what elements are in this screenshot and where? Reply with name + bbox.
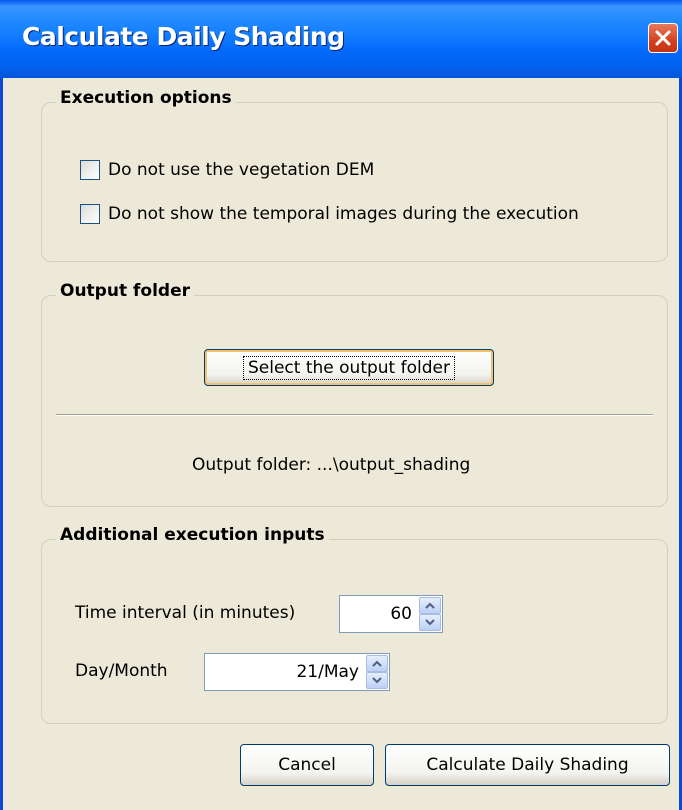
title-bar[interactable]: Calculate Daily Shading (0, 0, 682, 78)
day-month-label: Day/Month (75, 661, 168, 681)
output-folder-divider (56, 414, 653, 416)
day-month-value[interactable]: 21/May (296, 654, 359, 690)
select-output-folder-label: Select the output folder (243, 355, 455, 380)
output-folder-legend: Output folder (56, 281, 194, 301)
additional-inputs-group: Additional execution inputs Time interva… (41, 525, 668, 724)
vegetation-dem-label[interactable]: Do not use the vegetation DEM (108, 160, 374, 180)
calculate-daily-shading-label: Calculate Daily Shading (426, 755, 629, 775)
chevron-down-icon (372, 677, 382, 684)
chevron-up-icon (372, 660, 382, 667)
calculate-daily-shading-button[interactable]: Calculate Daily Shading (385, 744, 670, 786)
day-month-stepper[interactable] (366, 655, 388, 689)
chevron-down-icon (425, 619, 435, 626)
time-interval-increment-button[interactable] (419, 597, 441, 614)
temporal-images-option[interactable]: Do not show the temporal images during t… (80, 204, 579, 224)
execution-options-group: Execution options Do not use the vegetat… (41, 88, 668, 262)
time-interval-label: Time interval (in minutes) (75, 603, 296, 623)
time-interval-value[interactable]: 60 (390, 596, 412, 632)
vegetation-dem-option[interactable]: Do not use the vegetation DEM (80, 160, 374, 180)
additional-inputs-legend: Additional execution inputs (56, 525, 329, 545)
time-interval-stepper[interactable] (419, 597, 441, 631)
day-month-increment-button[interactable] (366, 655, 388, 672)
day-month-spinner[interactable]: 21/May (204, 653, 390, 691)
close-button[interactable] (648, 23, 678, 53)
cancel-button-label: Cancel (278, 755, 336, 775)
execution-options-legend: Execution options (56, 88, 236, 108)
dialog-window: Calculate Daily Shading Execution option… (0, 0, 682, 810)
temporal-images-checkbox[interactable] (80, 204, 100, 224)
output-folder-status: Output folder: ...\output_shading (192, 455, 471, 475)
output-folder-group: Output folder Select the output folder O… (41, 281, 668, 507)
vegetation-dem-checkbox[interactable] (80, 160, 100, 180)
time-interval-decrement-button[interactable] (419, 614, 441, 631)
day-month-decrement-button[interactable] (366, 672, 388, 689)
window-title: Calculate Daily Shading (22, 22, 345, 51)
time-interval-spinner[interactable]: 60 (339, 595, 443, 633)
close-icon (655, 30, 671, 46)
chevron-up-icon (425, 602, 435, 609)
cancel-button[interactable]: Cancel (240, 744, 374, 786)
select-output-folder-button[interactable]: Select the output folder (204, 349, 494, 386)
temporal-images-label[interactable]: Do not show the temporal images during t… (108, 204, 579, 224)
